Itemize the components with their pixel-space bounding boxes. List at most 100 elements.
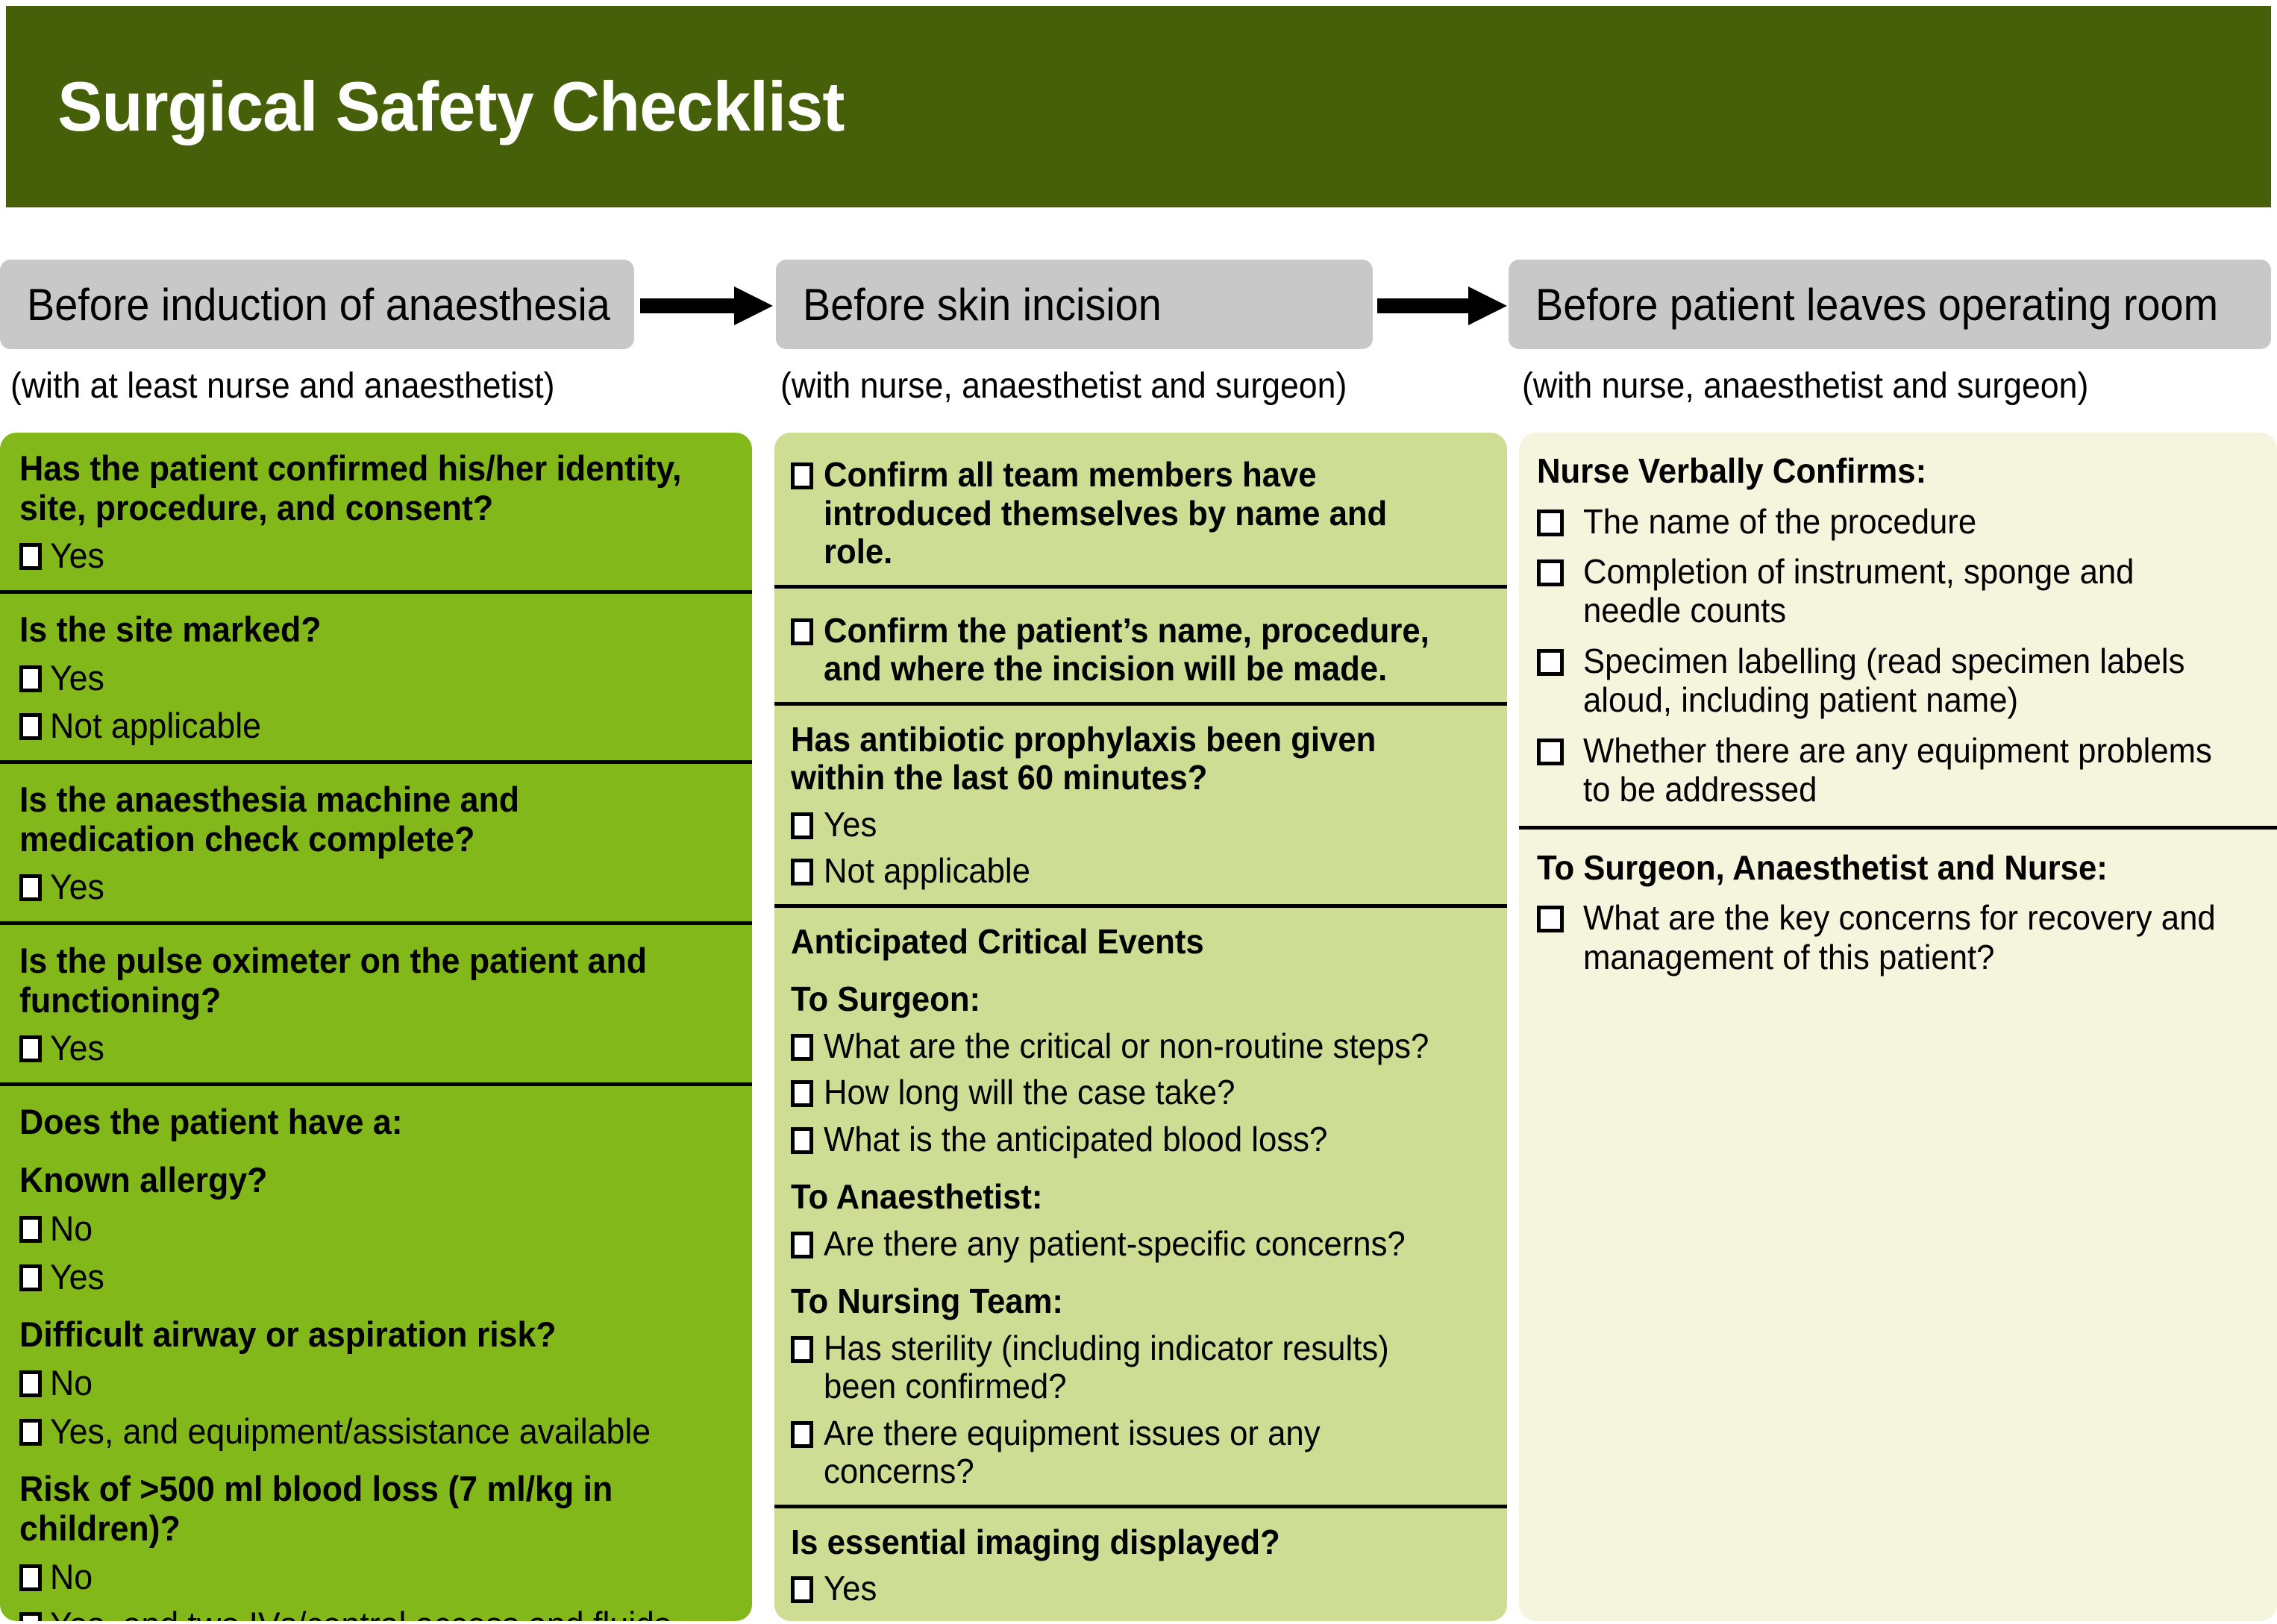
checklist-page: Surgical Safety Checklist Before inducti… bbox=[0, 0, 2277, 1624]
checklist-item[interactable]: Whether there are any equipment problems… bbox=[1537, 731, 2259, 809]
checklist-item[interactable]: Are there equipment issues or any concer… bbox=[791, 1414, 1489, 1491]
checklist-item[interactable]: Confirm the patient’s name, procedure, a… bbox=[791, 611, 1489, 689]
checklist-item-label: What is the anticipated blood loss? bbox=[824, 1119, 1328, 1159]
checklist-item[interactable]: Not applicable bbox=[791, 1616, 1489, 1621]
checkbox-icon[interactable] bbox=[791, 1080, 813, 1108]
checkbox-icon[interactable] bbox=[1537, 738, 1564, 765]
arrow-head bbox=[734, 286, 773, 325]
checklist-item[interactable]: How long will the case take? bbox=[791, 1073, 1489, 1112]
checklist-item-label: Yes bbox=[824, 1569, 877, 1608]
checklist-item[interactable]: Yes bbox=[791, 1570, 1489, 1608]
checklist-item[interactable]: What are the critical or non-routine ste… bbox=[791, 1026, 1489, 1066]
checkbox-icon[interactable] bbox=[791, 1126, 813, 1154]
checklist-section: Is the site marked? Yes Not applicable bbox=[0, 594, 752, 764]
phase-tab-before-induction[interactable]: Before induction of anaesthesia bbox=[0, 260, 634, 349]
checklist-item[interactable]: No bbox=[19, 1209, 733, 1248]
checkbox-icon[interactable] bbox=[19, 1564, 42, 1591]
checkbox-icon[interactable] bbox=[791, 618, 813, 645]
checkbox-icon[interactable] bbox=[19, 543, 42, 571]
checkbox-icon[interactable] bbox=[791, 1231, 813, 1258]
section-question: Does the patient have a: bbox=[19, 1101, 403, 1141]
checklist-item[interactable]: What is the anticipated blood loss? bbox=[791, 1120, 1489, 1159]
right-arrow-icon bbox=[1377, 286, 1509, 325]
checklist-item[interactable]: Has sterility (including indicator resul… bbox=[791, 1329, 1489, 1406]
checklist-section: Confirm the patient’s name, procedure, a… bbox=[774, 589, 1507, 706]
checkbox-icon[interactable] bbox=[19, 1035, 42, 1063]
phase-panel-before-leaving: Nurse Verbally Confirms: The name of the… bbox=[1519, 433, 2277, 1621]
checkbox-icon[interactable] bbox=[791, 1576, 813, 1604]
checkbox-icon[interactable] bbox=[19, 874, 42, 902]
checkbox-icon[interactable] bbox=[19, 665, 42, 692]
phase-header-row: Before induction of anaesthesia Before s… bbox=[0, 260, 2277, 409]
checkbox-icon[interactable] bbox=[1537, 509, 1564, 536]
checklist-item[interactable]: Yes bbox=[19, 658, 733, 697]
checkbox-icon[interactable] bbox=[19, 1418, 42, 1446]
checklist-section: To Surgeon, Anaesthetist and Nurse: What… bbox=[1519, 830, 2277, 993]
checklist-item[interactable]: Completion of instrument, sponge and nee… bbox=[1537, 552, 2259, 630]
checklist-item[interactable]: Are there any patient-specific concerns? bbox=[791, 1224, 1489, 1264]
phase-tab-label: Before skin incision bbox=[803, 279, 1162, 330]
checklist-item-label: Specimen labelling (read specimen labels… bbox=[1583, 641, 2185, 720]
checkbox-icon[interactable] bbox=[1537, 559, 1564, 586]
page-title: Surgical Safety Checklist bbox=[57, 67, 845, 145]
subgroup-heading: To Anaesthetist: bbox=[791, 1177, 1043, 1217]
checklist-item[interactable]: Yes, and equipment/assistance available bbox=[19, 1412, 733, 1451]
checkbox-icon[interactable] bbox=[791, 859, 813, 886]
checklist-item[interactable]: Confirm all team members have introduced… bbox=[791, 455, 1489, 571]
subgroup-heading: Known allergy? bbox=[19, 1160, 268, 1200]
checklist-item[interactable]: Specimen labelling (read specimen labels… bbox=[1537, 642, 2259, 720]
section-question: Has the patient confirmed his/her identi… bbox=[19, 448, 682, 527]
checkbox-icon[interactable] bbox=[19, 1216, 42, 1244]
checklist-item[interactable]: No bbox=[19, 1557, 733, 1596]
checkbox-icon[interactable] bbox=[1537, 648, 1564, 676]
checkbox-icon[interactable] bbox=[791, 1033, 813, 1061]
checklist-item-label: Yes bbox=[50, 867, 104, 907]
phase-tab-label: Before induction of anaesthesia bbox=[27, 279, 610, 330]
checklist-item[interactable]: Yes bbox=[19, 868, 733, 906]
checklist-item-label: Yes, and two IVs/central access and flui… bbox=[50, 1605, 698, 1621]
checklist-section: Does the patient have a: Known allergy? … bbox=[0, 1086, 752, 1621]
checklist-item-label: What are the critical or non-routine ste… bbox=[824, 1026, 1429, 1065]
checklist-item-label: Whether there are any equipment problems… bbox=[1583, 730, 2212, 809]
checklist-item-label: Confirm all team members have introduced… bbox=[824, 455, 1388, 571]
checkbox-icon[interactable] bbox=[1537, 906, 1564, 933]
checkbox-icon[interactable] bbox=[791, 463, 813, 489]
section-question: Is the site marked? bbox=[19, 609, 322, 649]
checklist-item[interactable]: The name of the procedure bbox=[1537, 502, 2259, 541]
phase-tab-before-leaving[interactable]: Before patient leaves operating room bbox=[1509, 260, 2271, 349]
checkbox-icon[interactable] bbox=[791, 1335, 813, 1363]
checklist-item-label: Not applicable bbox=[824, 851, 1030, 891]
checkbox-icon[interactable] bbox=[791, 812, 813, 839]
checklist-item[interactable]: Yes bbox=[19, 1029, 733, 1067]
checkbox-icon[interactable] bbox=[19, 1264, 42, 1291]
checklist-item-label: Not applicable bbox=[824, 1616, 1030, 1621]
subgroup-heading: Risk of >500 ml blood loss (7 ml/kg in c… bbox=[19, 1469, 613, 1549]
phase-panel-before-induction: Has the patient confirmed his/her identi… bbox=[0, 433, 752, 1621]
checkbox-icon[interactable] bbox=[19, 1370, 42, 1398]
phase-panel-before-incision: Confirm all team members have introduced… bbox=[774, 433, 1507, 1621]
checklist-section: Has the patient confirmed his/her identi… bbox=[0, 433, 752, 594]
checkbox-icon[interactable] bbox=[791, 1420, 813, 1448]
phase-tab-label: Before patient leaves operating room bbox=[1535, 279, 2219, 330]
checklist-section: Nurse Verbally Confirms: The name of the… bbox=[1519, 433, 2277, 830]
checkbox-icon[interactable] bbox=[19, 1612, 42, 1621]
checklist-item[interactable]: Not applicable bbox=[791, 852, 1489, 891]
checklist-item-label: Completion of instrument, sponge and nee… bbox=[1583, 551, 2135, 630]
checklist-item[interactable]: Yes bbox=[791, 805, 1489, 844]
checklist-item[interactable]: Yes bbox=[19, 536, 733, 575]
phase-subnote: (with at least nurse and anaesthetist) bbox=[10, 366, 555, 406]
checklist-item[interactable]: No bbox=[19, 1364, 733, 1402]
arrow-shaft bbox=[640, 298, 737, 313]
phase-tab-before-incision[interactable]: Before skin incision bbox=[776, 260, 1373, 349]
checklist-item-label: Yes bbox=[50, 1256, 104, 1297]
checklist-section: Is the anaesthesia machine and medicatio… bbox=[0, 764, 752, 925]
checklist-item[interactable]: What are the key concerns for recovery a… bbox=[1537, 898, 2259, 976]
checkbox-icon[interactable] bbox=[19, 713, 42, 741]
checklist-item[interactable]: Yes, and two IVs/central access and flui… bbox=[19, 1605, 733, 1621]
checklist-section: Anticipated Critical Events To Surgeon: … bbox=[774, 908, 1507, 1508]
checklist-item-label: Yes bbox=[50, 536, 104, 576]
section-question: Nurse Verbally Confirms: bbox=[1537, 451, 1927, 490]
checklist-item[interactable]: Not applicable bbox=[19, 706, 733, 745]
checklist-item[interactable]: Yes bbox=[19, 1258, 733, 1297]
